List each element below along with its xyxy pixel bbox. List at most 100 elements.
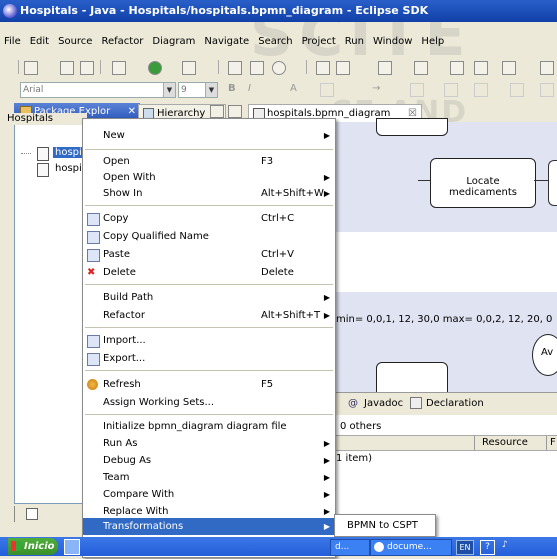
bold-icon[interactable]: B [228,83,240,95]
column-f[interactable]: F [550,437,556,448]
font-size-combo[interactable]: 9 ▼ [178,82,218,98]
menu-item-label: Run As [103,438,138,449]
menu-navigate[interactable]: Navigate [200,33,254,51]
start-button[interactable]: Inicio [8,538,58,555]
table-row[interactable]: 1 item) [336,453,372,464]
new-type-icon[interactable] [272,61,286,75]
search-icon[interactable] [336,61,350,75]
menu-help[interactable]: Help [417,33,449,51]
taskbar: Inicio d... docume... EN ? ♪ [0,537,557,556]
menu-source[interactable]: Source [54,33,97,51]
italic-icon[interactable]: I [248,83,260,95]
perspective-icon[interactable] [540,61,554,75]
menu-item-import[interactable]: Import... [83,332,335,349]
diagram-task-node[interactable] [376,362,448,394]
open-type-icon[interactable] [316,61,330,75]
menu-separator [85,327,333,328]
print-icon[interactable] [80,61,94,75]
menu-run[interactable]: Run [341,33,369,51]
menu-edit[interactable]: Edit [26,33,54,51]
menu-diagram[interactable]: Diagram [148,33,200,51]
menu-item-refactor[interactable]: Refactor Alt+Shift+T ▶ [83,307,335,324]
diagram-task-locate-medicaments[interactable]: Locate medicaments [430,158,536,208]
help-icon[interactable]: ? [480,540,495,555]
menu-item-new[interactable]: New ▶ [83,127,335,144]
forward-icon[interactable] [502,61,516,75]
menu-item-assign-working-sets[interactable]: Assign Working Sets... [83,394,335,411]
list-item[interactable]: hospi [53,147,84,158]
menu-item-transformations[interactable]: Transformations ▶ [83,518,335,535]
menu-item-copy[interactable]: Copy Ctrl+C [83,210,335,227]
menu-item-copy-qualified-name[interactable]: Copy Qualified Name [83,228,335,245]
menu-window[interactable]: Window [369,33,417,51]
menu-item-run-as[interactable]: Run As ▶ [83,435,335,452]
diagram-gateway-node[interactable]: Av [532,334,557,376]
submenu-item-bpmn-to-cspt[interactable]: BPMN to CSPT [347,515,418,536]
external-tools-icon[interactable] [182,61,196,75]
font-size-value: 9 [181,85,187,95]
debug-icon[interactable] [112,61,126,75]
back-icon[interactable] [474,61,488,75]
node-label: Av [541,347,554,358]
new-class-icon[interactable] [250,61,264,75]
save-icon[interactable] [60,61,74,75]
menu-item-shortcut: Delete [261,267,294,278]
menu-item-export[interactable]: Export... [83,350,335,367]
new-icon[interactable] [24,61,38,75]
menu-search[interactable]: Search [254,33,297,51]
menu-item-paste[interactable]: Paste Ctrl+V [83,246,335,263]
fill-color-icon[interactable] [320,83,334,97]
language-indicator[interactable]: EN [456,540,474,555]
distribute-icon[interactable] [540,83,554,97]
font-color-icon[interactable]: A [290,83,302,95]
menu-item-show-in[interactable]: Show In Alt+Shift+W ▶ [83,185,335,202]
eclipse-icon [3,4,17,18]
new-package-icon[interactable] [228,61,242,75]
menu-item-open[interactable]: Open F3 [83,153,335,170]
menu-item-delete[interactable]: ✖ Delete Delete [83,264,335,281]
menu-item-compare-with[interactable]: Compare With ▶ [83,486,335,503]
next-annotation-icon[interactable] [378,61,392,75]
minimize-icon[interactable] [210,105,224,118]
menu-item-refresh[interactable]: Refresh F5 [83,376,335,393]
taskbar-button-documents[interactable]: docume... [370,539,452,556]
font-combo[interactable]: Arial ▼ [20,82,176,98]
chevron-down-icon[interactable]: ▼ [205,83,217,97]
taskbar-button[interactable]: d... [330,539,370,556]
fast-view-icon[interactable] [26,508,38,520]
menu-file[interactable]: File [0,33,26,51]
column-resource[interactable]: Resource [482,437,528,448]
submenu-arrow-icon: ▶ [323,293,330,302]
diagram-task-node[interactable] [376,118,448,136]
select-all-icon[interactable] [444,83,458,97]
submenu-arrow-icon: ▶ [323,131,330,140]
connector [534,180,548,181]
menu-item-label: Delete [103,267,136,278]
maximize-icon[interactable] [228,105,242,118]
menu-item-build-path[interactable]: Build Path ▶ [83,289,335,306]
paste-icon [87,249,100,262]
line-style-icon[interactable]: → [372,83,384,95]
menu-item-open-with[interactable]: Open With ▶ [83,169,335,186]
menu-project[interactable]: Project [298,33,341,51]
menu-item-initialize-bpmn-diagram-diagram-file[interactable]: Initialize bpmn_diagram diagram file [83,418,335,435]
arrange-icon[interactable] [410,83,424,97]
previous-annotation-icon[interactable] [414,61,428,75]
diagram-task-node[interactable] [548,160,557,206]
tab-javadoc[interactable]: Javadoc [364,398,403,409]
run-icon[interactable] [148,61,162,75]
list-item[interactable]: hospi [55,163,82,174]
menu-item-label: New [103,130,125,141]
menu-refactor[interactable]: Refactor [97,33,148,51]
zoom-icon[interactable] [474,83,488,97]
menu-item-shortcut: Alt+Shift+T [261,310,321,321]
tab-declaration[interactable]: Declaration [426,398,484,409]
notification-icon[interactable]: ♪ [502,540,511,553]
align-icon[interactable] [510,83,524,97]
diagram-canvas[interactable]: Locate medicaments min= 0,0,1, 12, 30,0 … [336,118,557,394]
quicklaunch-icon[interactable] [64,539,80,555]
menu-item-debug-as[interactable]: Debug As ▶ [83,452,335,469]
chevron-down-icon[interactable]: ▼ [163,83,175,97]
menu-item-team[interactable]: Team ▶ [83,469,335,486]
last-edit-icon[interactable] [450,61,464,75]
